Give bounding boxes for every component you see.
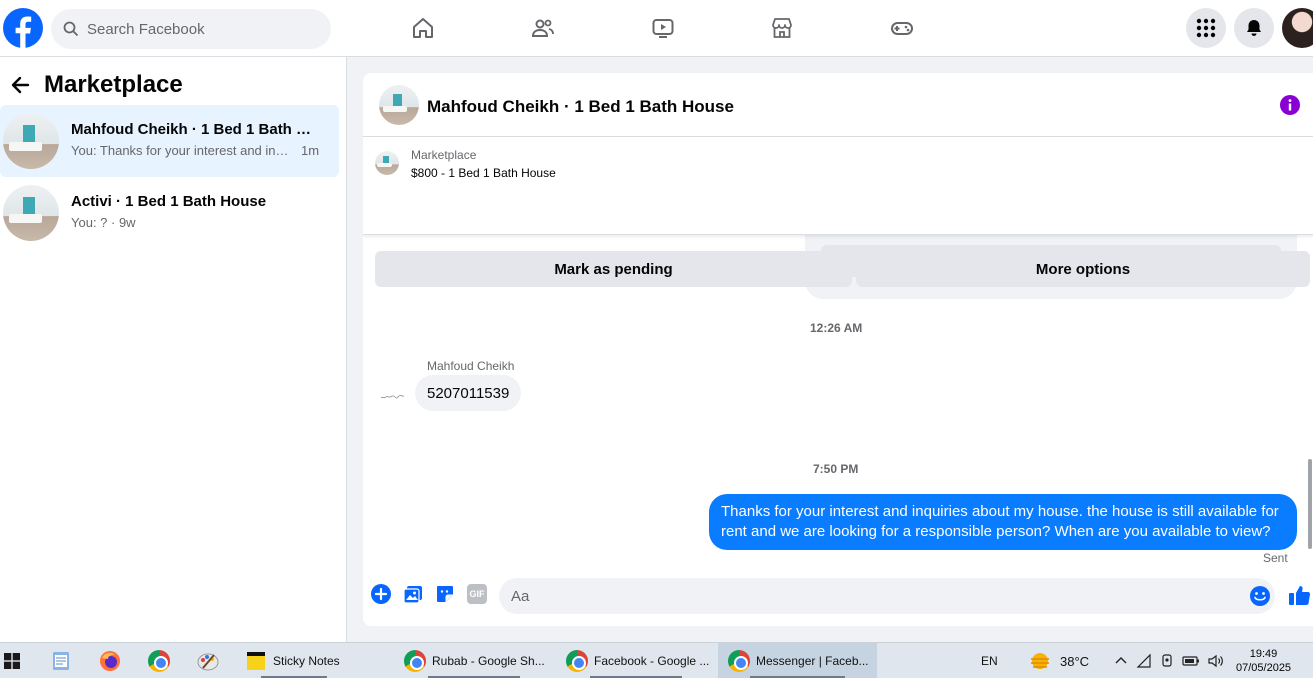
search-icon bbox=[63, 21, 79, 37]
sender-name: Mahfoud Cheikh bbox=[427, 359, 515, 373]
search-input[interactable] bbox=[87, 20, 317, 38]
taskbar-item-label: Rubab - Google Sh... bbox=[432, 654, 545, 668]
clock-date: 07/05/2025 bbox=[1236, 662, 1292, 674]
windows-start-icon[interactable] bbox=[0, 643, 24, 678]
system-tray bbox=[1114, 643, 1224, 678]
taskbar-chrome-messenger[interactable]: Messenger | Faceb... bbox=[718, 643, 877, 678]
emoji-icon[interactable] bbox=[1249, 585, 1271, 607]
battery-icon[interactable] bbox=[1182, 654, 1200, 668]
conversation-title: Mahfoud Cheikh · 1 Bed 1 Bath House bbox=[71, 121, 321, 138]
conversation-title: Activi · 1 Bed 1 Bath House bbox=[71, 193, 267, 210]
language-indicator[interactable]: EN bbox=[981, 643, 998, 678]
gif-icon[interactable]: GIF bbox=[467, 584, 487, 604]
profile-avatar[interactable] bbox=[1282, 8, 1313, 48]
friends-icon[interactable] bbox=[529, 14, 557, 42]
menu-grid-icon[interactable] bbox=[1186, 8, 1226, 48]
listing-thumbnail bbox=[3, 185, 59, 241]
search-bar[interactable] bbox=[51, 9, 331, 49]
photo-icon[interactable] bbox=[403, 584, 423, 604]
taskbar-item-label: Messenger | Faceb... bbox=[756, 654, 869, 668]
chat-avatar[interactable] bbox=[379, 85, 419, 125]
system-clock[interactable]: 19:49 07/05/2025 bbox=[1236, 647, 1291, 675]
listing-category: Marketplace bbox=[411, 148, 477, 162]
panel-header: Marketplace bbox=[10, 71, 183, 99]
mark-as-pending-button[interactable]: Mark as pending bbox=[375, 251, 852, 287]
taskbar-sticky-notes[interactable]: Sticky Notes bbox=[239, 643, 349, 678]
taskbar-chrome-rubab[interactable]: Rubab - Google Sh... bbox=[398, 643, 550, 678]
message-timestamp: 7:50 PM bbox=[813, 462, 859, 476]
weather-widget[interactable]: 38°C bbox=[1028, 643, 1089, 678]
weather-sun-icon bbox=[1031, 653, 1049, 669]
conversation-list-panel: Marketplace Mahfoud Cheikh · 1 Bed 1 Bat… bbox=[0, 57, 347, 642]
outgoing-message-bubble[interactable]: Thanks for your interest and inquiries a… bbox=[709, 494, 1297, 550]
chat-window: Mahfoud Cheikh · 1 Bed 1 Bath House Mark… bbox=[363, 73, 1313, 626]
taskbar-item-label: Sticky Notes bbox=[273, 654, 340, 668]
marketplace-icon[interactable] bbox=[768, 14, 796, 42]
volume-icon[interactable] bbox=[1208, 654, 1224, 668]
info-icon[interactable] bbox=[1279, 94, 1301, 116]
chrome-icon bbox=[728, 650, 750, 672]
weather-temperature: 38°C bbox=[1060, 653, 1090, 669]
more-options-button[interactable]: More options bbox=[856, 251, 1310, 287]
listing-bar: Marketplace $800 - 1 Bed 1 Bath House Ma… bbox=[363, 137, 1313, 287]
listing-thumbnail[interactable] bbox=[375, 151, 399, 175]
back-arrow-icon[interactable] bbox=[10, 75, 30, 95]
clock-time: 19:49 bbox=[1249, 648, 1278, 660]
home-icon[interactable] bbox=[409, 14, 437, 42]
chevron-up-icon[interactable] bbox=[1114, 654, 1128, 668]
chrome-icon bbox=[566, 650, 588, 672]
paint-app-icon[interactable] bbox=[197, 643, 221, 678]
chrome-app-icon[interactable] bbox=[148, 643, 172, 678]
message-input[interactable] bbox=[499, 578, 1275, 614]
scrollbar-thumb[interactable] bbox=[1308, 459, 1312, 549]
device-icon[interactable] bbox=[1160, 653, 1174, 669]
chrome-icon bbox=[148, 650, 170, 672]
firefox-app-icon[interactable] bbox=[99, 643, 123, 678]
conversation-item[interactable]: Mahfoud Cheikh · 1 Bed 1 Bath House You:… bbox=[0, 105, 339, 177]
sticky-notes-icon bbox=[247, 652, 265, 670]
taskbar-chrome-facebook[interactable]: Facebook - Google ... bbox=[560, 643, 712, 678]
conversation-time: 1m bbox=[301, 143, 320, 158]
conversation-preview-row: You: Thanks for your interest and inquir… bbox=[71, 143, 319, 158]
plus-icon[interactable] bbox=[371, 584, 391, 604]
gaming-icon[interactable] bbox=[888, 14, 916, 42]
listing-thumbnail bbox=[3, 113, 59, 169]
network-icon[interactable] bbox=[1136, 653, 1152, 669]
incoming-message-bubble[interactable]: 5207011539 bbox=[415, 375, 522, 411]
message-timestamp: 12:26 AM bbox=[810, 321, 863, 335]
top-navigation-bar bbox=[0, 0, 1313, 57]
conversation-preview: You: ? · 9w bbox=[71, 215, 136, 230]
chat-title[interactable]: Mahfoud Cheikh · 1 Bed 1 Bath House bbox=[427, 97, 734, 117]
taskbar-item-label: Facebook - Google ... bbox=[594, 654, 710, 668]
facebook-logo-icon[interactable] bbox=[3, 8, 43, 48]
like-icon[interactable] bbox=[1288, 583, 1312, 607]
sender-avatar[interactable] bbox=[379, 389, 407, 405]
notepad-app-icon[interactable] bbox=[50, 643, 74, 678]
message-status: Sent bbox=[1263, 551, 1288, 565]
conversation-item[interactable]: Activi · 1 Bed 1 Bath House You: ? · 9w bbox=[0, 177, 339, 249]
message-composer: GIF bbox=[363, 570, 1313, 626]
sticker-icon[interactable] bbox=[435, 584, 455, 604]
conversation-preview-row: You: ? · 9w bbox=[71, 215, 136, 230]
windows-taskbar: Sticky Notes Rubab - Google Sh... Facebo… bbox=[0, 642, 1313, 678]
chat-header: Mahfoud Cheikh · 1 Bed 1 Bath House bbox=[363, 73, 1313, 137]
watch-icon[interactable] bbox=[649, 14, 677, 42]
chrome-icon bbox=[404, 650, 426, 672]
conversation-preview: You: Thanks for your interest and inquir… bbox=[71, 143, 291, 158]
panel-title: Marketplace bbox=[44, 71, 183, 98]
listing-price-title[interactable]: $800 - 1 Bed 1 Bath House bbox=[411, 166, 556, 180]
notifications-icon[interactable] bbox=[1234, 8, 1274, 48]
